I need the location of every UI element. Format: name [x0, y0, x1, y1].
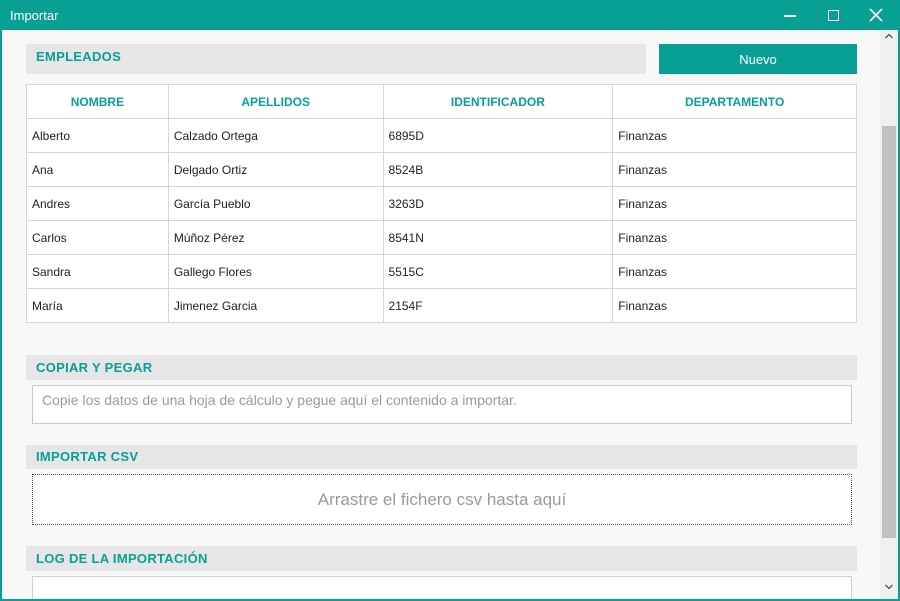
cell-apellidos: Múñoz Pérez	[167, 220, 384, 255]
cell-identificador: 5515C	[382, 254, 614, 289]
maximize-icon	[828, 10, 839, 21]
table-row[interactable]: Andres García Pueblo 3263D Finanzas	[26, 186, 857, 221]
new-employee-button[interactable]: Nuevo	[659, 44, 857, 74]
cell-apellidos: Gallego Flores	[167, 254, 384, 289]
cell-nombre: Alberto	[26, 118, 169, 153]
scroll-down-button[interactable]	[880, 581, 898, 595]
cell-identificador: 8524B	[382, 152, 614, 187]
cell-identificador: 6895D	[382, 118, 614, 153]
chevron-up-icon	[885, 33, 893, 39]
import-window: Importar EMPLEADOS Nuevo NOMBRE APELLIDO…	[0, 0, 900, 601]
copiar-pegar-header: COPIAR Y PEGAR	[26, 355, 857, 380]
cell-nombre: Andres	[26, 186, 169, 221]
window-title: Importar	[10, 8, 59, 23]
column-header-departamento[interactable]: DEPARTAMENTO	[612, 84, 857, 119]
cell-identificador: 3263D	[382, 186, 614, 221]
import-log-header: LOG DE LA IMPORTACIÓN	[26, 546, 857, 571]
maximize-button[interactable]	[812, 0, 856, 30]
import-log-area	[32, 576, 852, 599]
table-row[interactable]: María Jimenez Garcia 2154F Finanzas	[26, 288, 857, 323]
cell-identificador: 8541N	[382, 220, 614, 255]
empleados-header: EMPLEADOS	[26, 44, 646, 74]
scroll-up-button[interactable]	[880, 30, 898, 44]
cell-identificador: 2154F	[382, 288, 614, 323]
employees-table: NOMBRE APELLIDOS IDENTIFICADOR DEPARTAME…	[26, 84, 857, 323]
column-header-nombre[interactable]: NOMBRE	[26, 84, 169, 119]
close-button[interactable]	[854, 0, 898, 30]
vertical-scrollbar[interactable]	[880, 30, 898, 599]
cell-departamento: Finanzas	[612, 186, 857, 221]
cell-departamento: Finanzas	[612, 254, 857, 289]
column-header-identificador[interactable]: IDENTIFICADOR	[382, 84, 614, 119]
table-row[interactable]: Carlos Múñoz Pérez 8541N Finanzas	[26, 220, 857, 255]
importar-csv-header: IMPORTAR CSV	[26, 445, 857, 469]
table-row[interactable]: Ana Delgado Ortiz 8524B Finanzas	[26, 152, 857, 187]
cell-departamento: Finanzas	[612, 220, 857, 255]
minimize-button[interactable]	[768, 0, 812, 30]
table-row[interactable]: Alberto Calzado Ortega 6895D Finanzas	[26, 118, 857, 153]
column-header-apellidos[interactable]: APELLIDOS	[167, 84, 384, 119]
csv-drop-zone[interactable]: Arrastre el fichero csv hasta aquí	[32, 474, 852, 525]
cell-departamento: Finanzas	[612, 152, 857, 187]
minimize-icon	[784, 15, 796, 17]
cell-departamento: Finanzas	[612, 288, 857, 323]
chevron-down-icon	[885, 584, 893, 590]
cell-apellidos: Jimenez Garcia	[167, 288, 384, 323]
content-area: EMPLEADOS Nuevo NOMBRE APELLIDOS IDENTIF…	[2, 30, 880, 599]
drop-zone-label: Arrastre el fichero csv hasta aquí	[317, 490, 567, 509]
cell-nombre: María	[26, 288, 169, 323]
cell-apellidos: García Pueblo	[167, 186, 384, 221]
cell-apellidos: Calzado Ortega	[167, 118, 384, 153]
cell-nombre: Sandra	[26, 254, 169, 289]
table-header-row: NOMBRE APELLIDOS IDENTIFICADOR DEPARTAME…	[26, 84, 857, 119]
paste-input[interactable]	[32, 385, 852, 424]
cell-nombre: Ana	[26, 152, 169, 187]
scroll-thumb[interactable]	[882, 126, 896, 538]
title-bar: Importar	[2, 0, 898, 30]
cell-nombre: Carlos	[26, 220, 169, 255]
cell-departamento: Finanzas	[612, 118, 857, 153]
close-icon	[869, 8, 883, 22]
table-row[interactable]: Sandra Gallego Flores 5515C Finanzas	[26, 254, 857, 289]
cell-apellidos: Delgado Ortiz	[167, 152, 384, 187]
